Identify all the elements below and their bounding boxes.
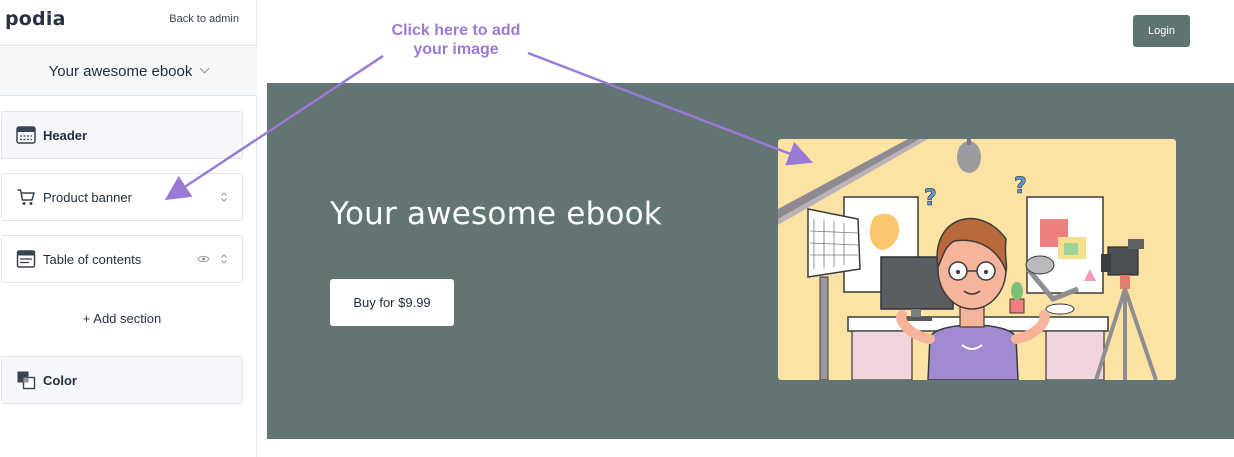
svg-text:?: ? xyxy=(1014,174,1027,199)
sort-handle-icon[interactable] xyxy=(220,253,228,265)
section-table-of-contents-label: Table of contents xyxy=(43,251,142,267)
buy-button[interactable]: Buy for $9.99 xyxy=(330,279,454,326)
section-color-label: Color xyxy=(43,372,77,388)
product-image[interactable]: ? ? xyxy=(778,139,1176,380)
section-product-banner-label: Product banner xyxy=(43,189,132,205)
login-button[interactable]: Login xyxy=(1133,15,1190,47)
eye-icon[interactable] xyxy=(197,255,210,264)
editor-sidebar: podia Back to admin Your awesome ebook H… xyxy=(0,0,257,457)
color-swatch-icon xyxy=(17,371,36,390)
section-color[interactable]: Color xyxy=(1,356,243,404)
section-product-banner[interactable]: Product banner xyxy=(1,173,243,221)
section-header-label: Header xyxy=(43,127,88,143)
section-table-of-contents[interactable]: Table of contents xyxy=(1,235,243,283)
svg-text:?: ? xyxy=(924,186,937,211)
sidebar-topbar: podia Back to admin xyxy=(0,0,257,46)
back-to-admin-link[interactable]: Back to admin xyxy=(169,13,239,25)
sort-handle-icon[interactable] xyxy=(220,191,228,203)
add-section-button[interactable]: + Add section xyxy=(0,311,244,326)
section-header[interactable]: Header xyxy=(1,111,243,159)
illustration-image: ? ? xyxy=(778,139,1176,380)
page-selector-dropdown[interactable]: Your awesome ebook xyxy=(0,47,257,96)
product-title[interactable]: Your awesome ebook xyxy=(330,196,662,232)
podia-logo[interactable]: podia xyxy=(5,8,66,30)
table-of-contents-icon xyxy=(16,250,36,268)
chevron-down-icon xyxy=(199,63,210,74)
page-selector-label: Your awesome ebook xyxy=(48,62,193,80)
annotation-callout: Click here to add your image xyxy=(391,22,521,58)
cart-icon xyxy=(17,189,35,205)
header-layout-icon xyxy=(16,126,36,144)
